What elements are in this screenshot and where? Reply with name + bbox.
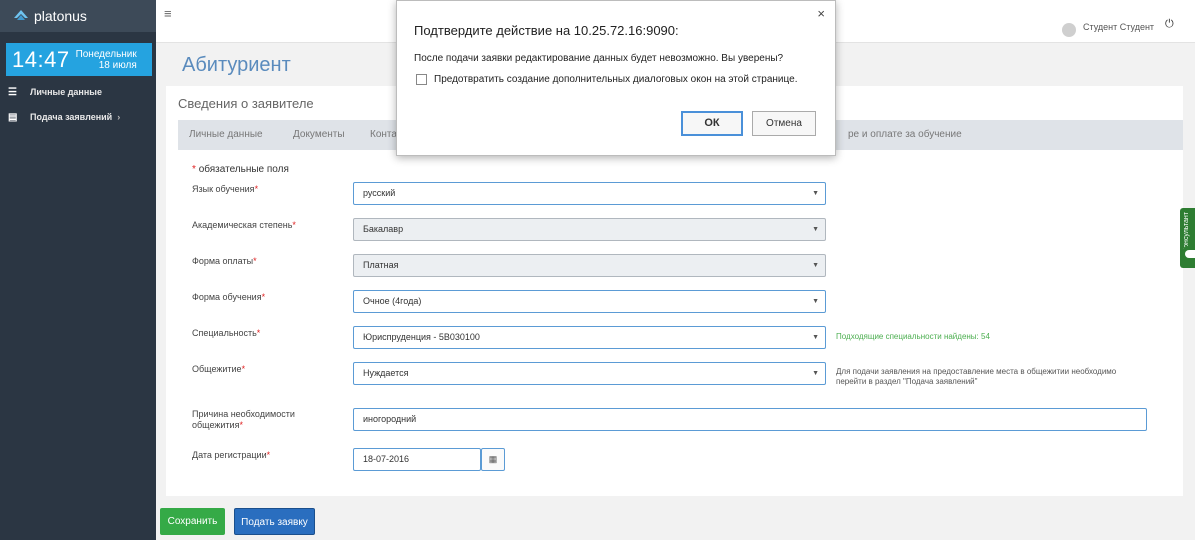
dorm-reason-label-line2: общежития	[192, 420, 240, 430]
dormitory-label-text: Общежитие	[192, 364, 242, 374]
specialty-hint: Подходящие специальности найдены: 54	[836, 332, 990, 341]
tab-payment[interactable]: ре и оплате за обучение	[848, 129, 962, 140]
specialty-value: Юриспруденция - 5В030100	[363, 332, 480, 342]
dormitory-hint-line1: Для подачи заявления на предоставление м…	[836, 367, 1117, 376]
sidebar: platonus 14:47 Понедельник 18 июля ☰ Лич…	[0, 0, 156, 540]
study-form-value: Очное (4года)	[363, 296, 422, 306]
caret-down-icon: ▼	[812, 190, 819, 197]
cancel-button[interactable]: Отмена	[752, 111, 816, 136]
payment-value: Платная	[363, 260, 399, 270]
study-form-label-text: Форма обучения	[192, 292, 262, 302]
specialty-label-text: Специальность	[192, 328, 257, 338]
logo[interactable]: platonus	[0, 0, 156, 32]
dormitory-value: Нуждается	[363, 368, 409, 378]
dormitory-hint: Для подачи заявления на предоставление м…	[836, 367, 1116, 387]
language-label: Язык обучения*	[192, 184, 342, 195]
degree-select: Бакалавр ▼	[353, 218, 826, 241]
study-form-select[interactable]: Очное (4года) ▼	[353, 290, 826, 313]
language-value: русский	[363, 188, 396, 198]
prevent-dialogs-checkbox[interactable]	[416, 74, 427, 85]
dorm-reason-input[interactable]: иногородний	[353, 408, 1147, 431]
page-title: Абитуриент	[182, 54, 291, 76]
dormitory-select[interactable]: Нуждается ▼	[353, 362, 826, 385]
caret-down-icon: ▼	[812, 226, 819, 233]
reg-date-label-text: Дата регистрации	[192, 450, 267, 460]
chevron-right-icon: ›	[117, 112, 121, 122]
document-icon: ▤	[8, 111, 18, 123]
menu-toggle-icon[interactable]: ≡	[164, 6, 172, 21]
required-star: *	[261, 292, 266, 302]
sidebar-item-applications[interactable]: ▤ Подача заявлений ›	[8, 107, 120, 127]
sidebar-item-personal-data[interactable]: ☰ Личные данные	[8, 82, 102, 102]
tab-documents[interactable]: Документы	[293, 129, 345, 140]
payment-select: Платная ▼	[353, 254, 826, 277]
required-note-text: обязательные поля	[198, 164, 289, 175]
specialty-select[interactable]: Юриспруденция - 5В030100 ▼	[353, 326, 826, 349]
dialog-title: Подтвердите действие на 10.25.72.16:9090…	[414, 23, 679, 38]
platonus-logo-icon	[14, 10, 28, 20]
calendar-icon[interactable]: ▦	[481, 448, 505, 471]
required-star: *	[256, 328, 261, 338]
required-star: *	[254, 184, 259, 194]
list-icon: ☰	[8, 86, 17, 98]
reg-date-input[interactable]: 18-07-2016	[353, 448, 481, 471]
brand-name: platonus	[34, 8, 87, 24]
prevent-dialogs-label[interactable]: Предотвратить создание дополнительных ди…	[434, 74, 797, 85]
clock-date: Понедельник 18 июля	[76, 49, 137, 71]
caret-down-icon: ▼	[812, 370, 819, 377]
tab-personal-data[interactable]: Личные данные	[189, 129, 263, 140]
study-form-label: Форма обучения*	[192, 292, 342, 303]
specialty-label: Специальность*	[192, 328, 342, 339]
clock-widget: 14:47 Понедельник 18 июля	[6, 43, 152, 76]
sidebar-item-label: Личные данные	[30, 87, 102, 97]
reg-date-label: Дата регистрации*	[192, 450, 342, 461]
caret-down-icon: ▼	[812, 334, 819, 341]
dialog-message: После подачи заявки редактирование данны…	[414, 53, 784, 64]
logout-icon[interactable]: ⏻	[1165, 18, 1174, 31]
required-star: *	[239, 420, 243, 430]
dorm-reason-label-line1: Причина необходимости	[192, 409, 295, 419]
caret-down-icon: ▼	[812, 298, 819, 305]
payment-label: Форма оплаты*	[192, 256, 342, 267]
clock-time: 14:47	[12, 46, 70, 72]
user-name[interactable]: Студент Студент	[1083, 22, 1154, 32]
dormitory-hint-line2: перейти в раздел "Подача заявлений"	[836, 377, 978, 386]
required-star: *	[292, 220, 296, 230]
dorm-reason-label: Причина необходимости общежития*	[192, 409, 342, 431]
tab-contacts[interactable]: Конта	[370, 129, 397, 140]
dormitory-label: Общежитие*	[192, 364, 342, 375]
clock-weekday: Понедельник	[75, 48, 137, 60]
required-star: *	[266, 450, 271, 460]
degree-label-text: Академическая степень	[192, 220, 293, 230]
degree-value: Бакалавр	[363, 224, 404, 234]
caret-down-icon: ▼	[812, 262, 819, 269]
submit-application-button[interactable]: Подать заявку	[234, 508, 315, 535]
required-note: * обязательные поля	[192, 164, 289, 175]
required-star: *	[253, 256, 257, 266]
required-star: *	[192, 164, 196, 175]
clock-day: 18 июля	[98, 59, 137, 71]
close-icon[interactable]: ×	[817, 6, 825, 21]
panel-title: Сведения о заявителе	[178, 96, 314, 111]
sidebar-item-label: Подача заявлений	[30, 112, 113, 122]
language-select[interactable]: русский ▼	[353, 182, 826, 205]
consultant-ring-icon[interactable]	[1181, 246, 1195, 262]
confirm-dialog: × Подтвердите действие на 10.25.72.16:90…	[396, 0, 836, 156]
payment-label-text: Форма оплаты	[192, 256, 254, 266]
user-avatar[interactable]	[1062, 23, 1076, 37]
degree-label: Академическая степень*	[192, 220, 342, 231]
language-label-text: Язык обучения	[192, 184, 255, 194]
save-button[interactable]: Сохранить	[160, 508, 225, 535]
required-star: *	[241, 364, 246, 374]
ok-button[interactable]: ОК	[681, 111, 743, 136]
